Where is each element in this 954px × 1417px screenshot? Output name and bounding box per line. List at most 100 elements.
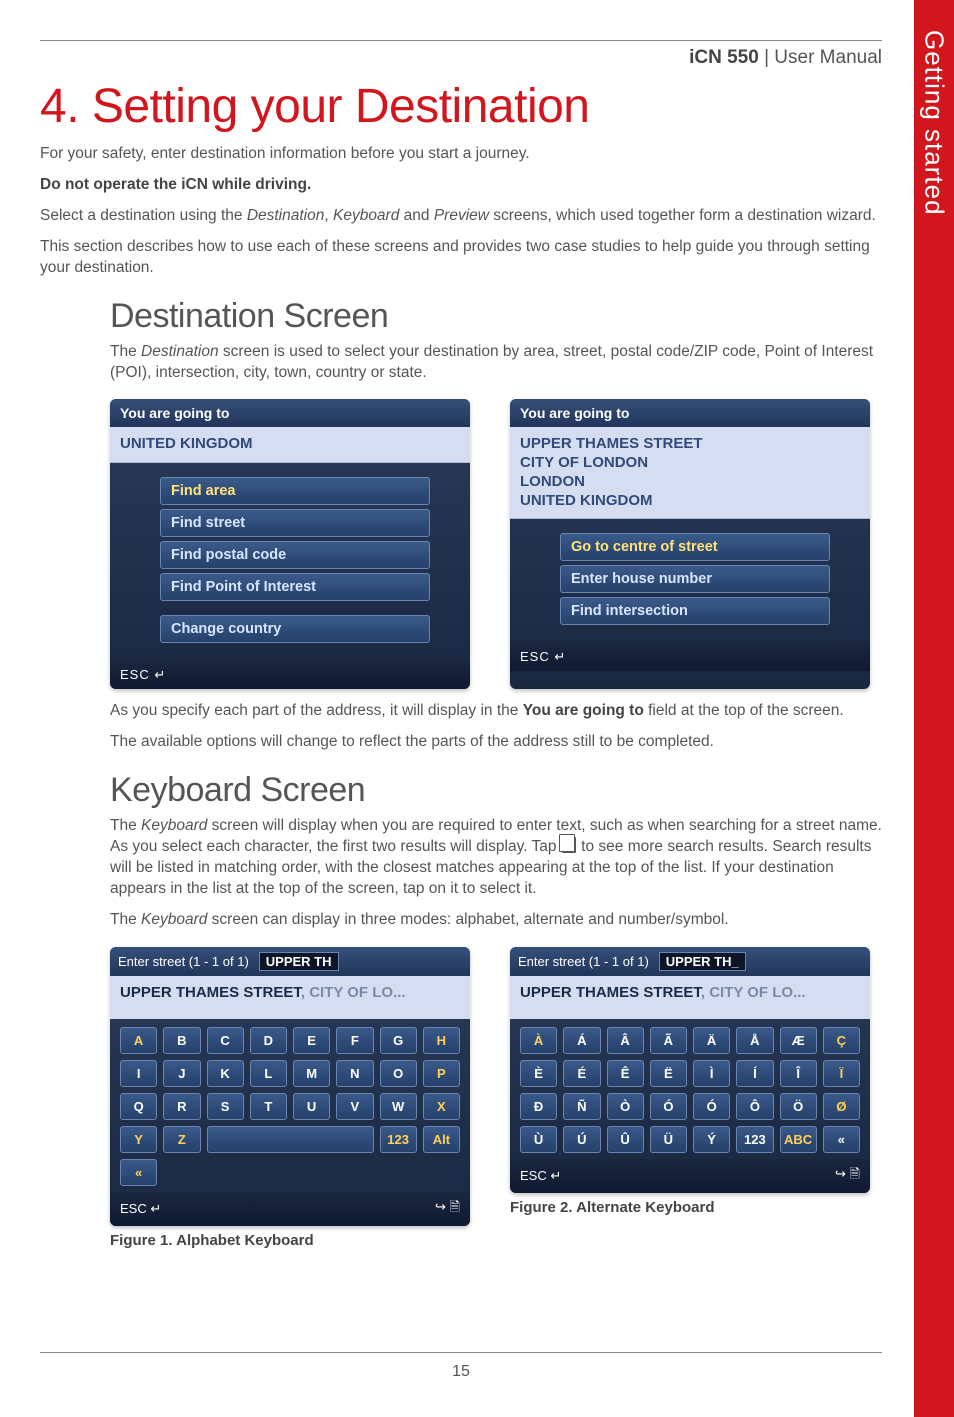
- t: The: [110, 817, 141, 834]
- key[interactable]: Ú: [563, 1126, 600, 1153]
- key[interactable]: À: [520, 1027, 557, 1054]
- key-alt[interactable]: Alt: [423, 1126, 460, 1153]
- figure-2-caption: Figure 2. Alternate Keyboard: [510, 1199, 870, 1216]
- menu-item[interactable]: Find postal code: [160, 541, 430, 569]
- key[interactable]: Ô: [736, 1093, 773, 1120]
- esc-button[interactable]: ESC ↵: [120, 667, 166, 683]
- esc-button[interactable]: ESC ↵: [520, 649, 566, 665]
- em-keyboard: Keyboard: [333, 207, 399, 224]
- next-button[interactable]: ↪ 🗎: [835, 1165, 860, 1187]
- key[interactable]: «: [823, 1126, 860, 1153]
- result-strong[interactable]: UPPER THAMES STREET: [520, 984, 701, 1001]
- key[interactable]: Ö: [780, 1093, 817, 1120]
- t: ,: [324, 207, 333, 224]
- key[interactable]: V: [336, 1093, 373, 1120]
- key[interactable]: ABC: [780, 1126, 817, 1153]
- key[interactable]: Á: [563, 1027, 600, 1054]
- key[interactable]: A: [120, 1027, 157, 1054]
- key[interactable]: Ä: [693, 1027, 730, 1054]
- t: screen can display in three modes: alpha…: [207, 911, 728, 928]
- keyboard-heading: Keyboard Screen: [110, 771, 882, 810]
- menu-item[interactable]: Find Point of Interest: [160, 573, 430, 601]
- entry-label: Enter street (1 - 1 of 1): [118, 954, 249, 969]
- key[interactable]: B: [163, 1027, 200, 1054]
- key[interactable]: G: [380, 1027, 417, 1054]
- key[interactable]: Ñ: [563, 1093, 600, 1120]
- next-button[interactable]: ↪ 🗎: [435, 1198, 460, 1220]
- key[interactable]: N: [336, 1060, 373, 1087]
- key[interactable]: J: [163, 1060, 200, 1087]
- esc-button[interactable]: ESC ↵: [120, 1201, 161, 1217]
- menu-item[interactable]: Go to centre of street: [560, 533, 830, 561]
- key[interactable]: T: [250, 1093, 287, 1120]
- esc-button[interactable]: ESC ↵: [520, 1168, 561, 1184]
- key[interactable]: É: [563, 1060, 600, 1087]
- key[interactable]: C: [207, 1027, 244, 1054]
- em-keyboard: Keyboard: [141, 911, 207, 928]
- destination-heading: Destination Screen: [110, 297, 882, 336]
- key-123[interactable]: 123: [380, 1126, 417, 1153]
- key[interactable]: È: [520, 1060, 557, 1087]
- key[interactable]: D: [250, 1027, 287, 1054]
- key[interactable]: Ù: [520, 1126, 557, 1153]
- key[interactable]: W: [380, 1093, 417, 1120]
- key[interactable]: Î: [780, 1060, 817, 1087]
- key[interactable]: P: [423, 1060, 460, 1087]
- key[interactable]: R: [163, 1093, 200, 1120]
- key[interactable]: Ò: [607, 1093, 644, 1120]
- key[interactable]: Ý: [693, 1126, 730, 1153]
- key[interactable]: M: [293, 1060, 330, 1087]
- key[interactable]: I: [120, 1060, 157, 1087]
- keyboard-p1: The Keyboard screen will display when yo…: [110, 816, 882, 900]
- t: Select a destination using the: [40, 207, 247, 224]
- key[interactable]: Ø: [823, 1093, 860, 1120]
- key[interactable]: Ë: [650, 1060, 687, 1087]
- key[interactable]: Ü: [650, 1126, 687, 1153]
- key[interactable]: Z: [163, 1126, 200, 1153]
- key[interactable]: Ð: [520, 1093, 557, 1120]
- key[interactable]: Q: [120, 1093, 157, 1120]
- key[interactable]: Ã: [650, 1027, 687, 1054]
- key[interactable]: O: [380, 1060, 417, 1087]
- product-name: iCN 550: [689, 47, 759, 68]
- result-strong[interactable]: UPPER THAMES STREET: [120, 984, 301, 1001]
- entry-field[interactable]: UPPER TH: [259, 952, 339, 971]
- page-title: 4. Setting your Destination: [40, 79, 882, 134]
- menu-item[interactable]: Change country: [160, 615, 430, 643]
- key[interactable]: Ì: [693, 1060, 730, 1087]
- t: As you specify each part of the address,…: [110, 702, 523, 719]
- key[interactable]: Â: [607, 1027, 644, 1054]
- key[interactable]: E: [293, 1027, 330, 1054]
- pages-icon: [562, 837, 576, 853]
- key[interactable]: Å: [736, 1027, 773, 1054]
- em-preview: Preview: [434, 207, 489, 224]
- t: field at the top of the screen.: [644, 702, 844, 719]
- destination-p3: The available options will change to ref…: [110, 732, 882, 753]
- menu-item[interactable]: Find area: [160, 477, 430, 505]
- menu-item[interactable]: Find intersection: [560, 597, 830, 625]
- key[interactable]: F: [336, 1027, 373, 1054]
- key[interactable]: Ó: [693, 1093, 730, 1120]
- destination-screenshot-1: You are going to UNITED KINGDOM Find are…: [110, 399, 470, 689]
- key[interactable]: K: [207, 1060, 244, 1087]
- key[interactable]: X: [423, 1093, 460, 1120]
- key[interactable]: H: [423, 1027, 460, 1054]
- menu-item[interactable]: Enter house number: [560, 565, 830, 593]
- key[interactable]: 123: [736, 1126, 773, 1153]
- key[interactable]: Û: [607, 1126, 644, 1153]
- key-backspace[interactable]: «: [120, 1159, 157, 1186]
- entry-field[interactable]: UPPER TH_: [659, 952, 746, 971]
- key[interactable]: Ó: [650, 1093, 687, 1120]
- key[interactable]: L: [250, 1060, 287, 1087]
- key[interactable]: Æ: [780, 1027, 817, 1054]
- key[interactable]: U: [293, 1093, 330, 1120]
- key[interactable]: Í: [736, 1060, 773, 1087]
- key[interactable]: Y: [120, 1126, 157, 1153]
- key[interactable]: Ç: [823, 1027, 860, 1054]
- key[interactable]: S: [207, 1093, 244, 1120]
- key[interactable]: Ï: [823, 1060, 860, 1087]
- keyboard-p2: The Keyboard screen can display in three…: [110, 910, 882, 931]
- menu-item[interactable]: Find street: [160, 509, 430, 537]
- key-space[interactable]: [207, 1126, 374, 1153]
- key[interactable]: Ê: [607, 1060, 644, 1087]
